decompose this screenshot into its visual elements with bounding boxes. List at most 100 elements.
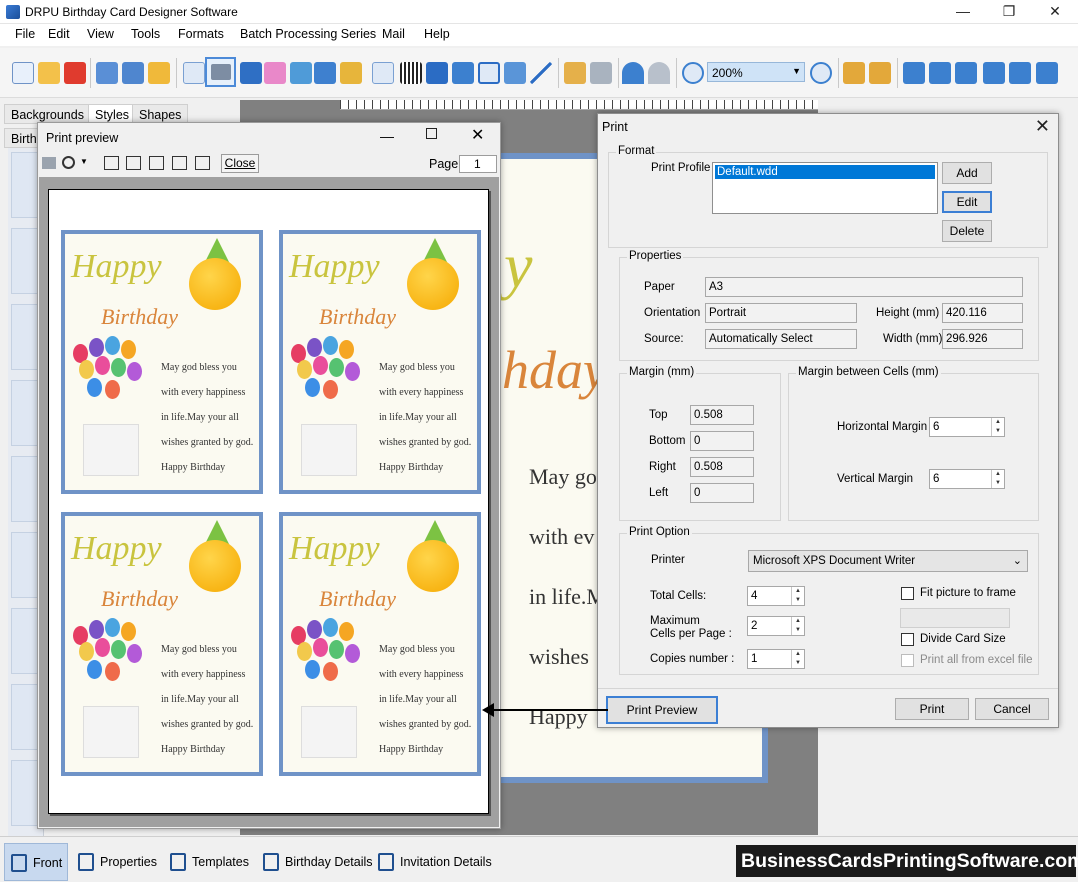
spin-arrows-icon[interactable]: ▲ ▼	[791, 587, 804, 605]
tab-birthday-details[interactable]: Birthday Details	[257, 843, 373, 881]
arrow-left-icon[interactable]	[903, 62, 925, 84]
balloon	[111, 358, 126, 377]
maximize-icon[interactable]	[426, 128, 437, 139]
tab-templates[interactable]: Templates	[164, 843, 254, 881]
spin-arrows-icon[interactable]: ▲ ▼	[991, 418, 1004, 436]
save-icon[interactable]	[96, 62, 118, 84]
flip-icon[interactable]	[929, 62, 951, 84]
margin-bottom-field[interactable]: 0	[690, 431, 754, 451]
two-pages-icon[interactable]	[126, 156, 141, 170]
three-pages-icon[interactable]	[149, 156, 164, 170]
menu-tools[interactable]: Tools	[131, 27, 160, 41]
tab-invitation-details[interactable]: Invitation Details	[372, 843, 494, 881]
margin-right-field[interactable]: 0.508	[690, 457, 754, 477]
zoom-combo[interactable]: 200% ▼	[707, 62, 805, 82]
text-icon[interactable]	[426, 62, 448, 84]
six-pages-icon[interactable]	[195, 156, 210, 170]
tab-properties[interactable]: Properties	[72, 843, 162, 881]
tab-birthday-category[interactable]: Birth	[4, 128, 38, 148]
database-icon[interactable]	[564, 62, 586, 84]
copies-stepper[interactable]: 1 ▲ ▼	[747, 649, 805, 669]
spin-arrows-icon[interactable]: ▲ ▼	[791, 617, 804, 635]
divide-card-checkbox[interactable]	[901, 633, 914, 646]
printer-select[interactable]: Microsoft XPS Document Writer ⌄	[748, 550, 1028, 572]
menu-bar: File Edit View Tools Formats Batch Proce…	[0, 24, 1078, 46]
pencil-icon[interactable]	[314, 62, 336, 84]
zoom-in-icon[interactable]	[682, 62, 704, 84]
menu-view[interactable]: View	[87, 27, 114, 41]
vertical-margin-stepper[interactable]: 6 ▲ ▼	[929, 469, 1005, 489]
print-preview-button[interactable]: Print Preview	[606, 696, 718, 724]
word-art-icon[interactable]	[452, 62, 474, 84]
open-folder-icon[interactable]	[38, 62, 60, 84]
tab-styles[interactable]: Styles	[88, 104, 137, 124]
page-setup-icon[interactable]	[183, 62, 205, 84]
print-profile-list[interactable]: Default.wdd	[712, 162, 938, 214]
total-cells-stepper[interactable]: 4 ▲ ▼	[747, 586, 805, 606]
minimize-icon[interactable]: —	[380, 128, 394, 144]
close-icon[interactable]: ✕	[1035, 116, 1050, 137]
close-icon[interactable]: ✕	[471, 125, 484, 145]
cell-margin-group-label: Margin between Cells (mm)	[796, 366, 941, 378]
minimize-button[interactable]: —	[940, 0, 986, 24]
align-icon[interactable]	[1009, 62, 1031, 84]
print-button-dialog[interactable]: Print	[895, 698, 969, 720]
balloon	[79, 642, 94, 661]
gift-box	[83, 424, 139, 476]
page-number-stepper[interactable]: 1	[459, 155, 497, 173]
cancel-button[interactable]: Cancel	[975, 698, 1049, 720]
line-icon[interactable]	[530, 62, 552, 84]
tab-backgrounds[interactable]: Backgrounds	[4, 104, 91, 124]
horizontal-margin-stepper[interactable]: 6 ▲ ▼	[929, 417, 1005, 437]
menu-mail[interactable]: Mail	[382, 27, 405, 41]
menu-file[interactable]: File	[15, 27, 35, 41]
menu-formats[interactable]: Formats	[178, 27, 224, 41]
arrow-up-icon[interactable]	[983, 62, 1005, 84]
close-button[interactable]: ✕	[1032, 0, 1078, 24]
picture-icon[interactable]	[372, 62, 394, 84]
signature-icon[interactable]	[478, 62, 500, 84]
one-page-icon[interactable]	[104, 156, 119, 170]
tab-front[interactable]: Front	[4, 843, 68, 881]
mail-icon[interactable]	[504, 62, 526, 84]
chevron-down-icon[interactable]: ▼	[80, 157, 88, 166]
balloon	[89, 338, 104, 357]
four-pages-icon[interactable]	[172, 156, 187, 170]
database-gray-icon[interactable]	[590, 62, 612, 84]
printer-icon[interactable]	[42, 157, 56, 169]
maximize-button[interactable]: ❐	[986, 0, 1032, 24]
save-as-icon[interactable]	[122, 62, 144, 84]
max-cells-stepper[interactable]: 2 ▲ ▼	[747, 616, 805, 636]
print-preview-close-button[interactable]: Close	[221, 154, 259, 173]
spin-arrows-icon[interactable]: ▲ ▼	[791, 650, 804, 668]
arrow-right-icon[interactable]	[955, 62, 977, 84]
arrow-down-icon[interactable]	[1036, 62, 1058, 84]
add-profile-button[interactable]: Add	[942, 162, 992, 184]
fit-picture-checkbox[interactable]	[901, 587, 914, 600]
unlock-icon[interactable]	[869, 62, 891, 84]
undo-icon[interactable]	[622, 62, 644, 84]
redo-icon[interactable]	[648, 62, 670, 84]
menu-help[interactable]: Help	[424, 27, 450, 41]
new-icon[interactable]	[12, 62, 34, 84]
spin-arrows-icon[interactable]: ▲ ▼	[991, 470, 1004, 488]
menu-edit[interactable]: Edit	[48, 27, 70, 41]
print-profile-selected[interactable]: Default.wdd	[715, 165, 935, 179]
export-icon[interactable]	[148, 62, 170, 84]
zoom-out-icon[interactable]	[810, 62, 832, 84]
close-document-icon[interactable]	[64, 62, 86, 84]
image-icon[interactable]	[290, 62, 312, 84]
edit-profile-button[interactable]: Edit	[942, 191, 992, 213]
menu-batch-processing-series[interactable]: Batch Processing Series	[240, 27, 376, 41]
gift-icon[interactable]	[264, 62, 286, 84]
lock-icon[interactable]	[843, 62, 865, 84]
print-button[interactable]	[205, 57, 236, 87]
print-batch-icon[interactable]	[240, 62, 262, 84]
margin-left-field[interactable]: 0	[690, 483, 754, 503]
tab-shapes[interactable]: Shapes	[132, 104, 189, 124]
shape-icon[interactable]	[340, 62, 362, 84]
delete-profile-button[interactable]: Delete	[942, 220, 992, 242]
barcode-icon[interactable]	[400, 62, 422, 84]
zoom-icon[interactable]	[62, 156, 75, 169]
margin-top-field[interactable]: 0.508	[690, 405, 754, 425]
